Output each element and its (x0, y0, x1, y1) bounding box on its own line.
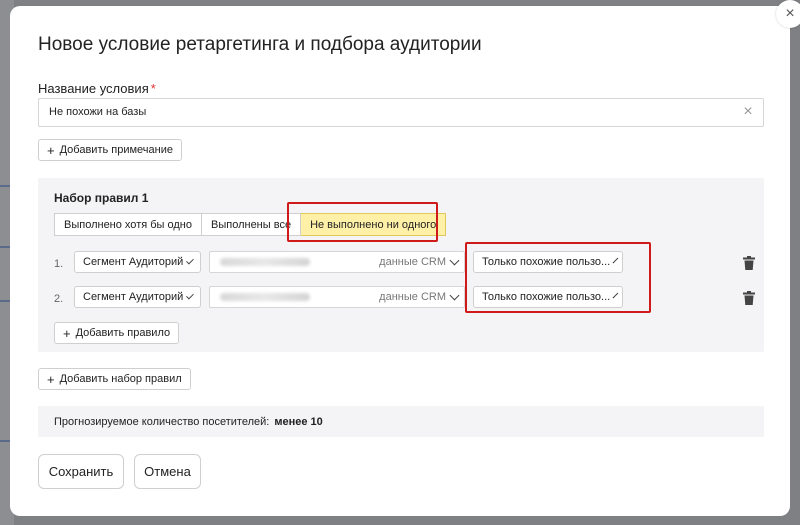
blurred-segment-name (220, 258, 310, 266)
chevron-down-icon (612, 257, 619, 263)
chevron-down-icon (186, 291, 194, 299)
rule-number: 2. (54, 293, 64, 305)
modal-title: Новое условие ретаргетинга и подбора ауд… (38, 34, 482, 55)
condition-name-label: Название условия * (38, 81, 156, 96)
plus-icon: + (47, 371, 55, 387)
trash-icon[interactable] (743, 256, 755, 270)
rule-condition-value: Только похожие пользо... (482, 256, 611, 268)
chevron-down-icon (449, 255, 460, 265)
rule-condition-value: Только похожие пользо... (482, 291, 611, 303)
background-mark (0, 440, 10, 442)
background-mark (0, 246, 10, 248)
chevron-down-icon (186, 256, 194, 264)
ruleset-panel: Набор правил 1 Выполнено хотя бы одно Вы… (38, 178, 764, 352)
rule-type-dropdown[interactable]: Сегмент Аудиторий (74, 286, 201, 308)
background-mark (0, 185, 10, 187)
ruleset-title: Набор правил 1 (54, 191, 149, 205)
cancel-button[interactable]: Отмена (134, 454, 201, 489)
clear-icon[interactable]: × (740, 104, 756, 120)
add-ruleset-button[interactable]: + Добавить набор правил (38, 368, 191, 390)
blurred-segment-name (220, 293, 310, 301)
rule-type-value: Сегмент Аудиторий (83, 291, 184, 303)
plus-icon: + (63, 325, 71, 341)
rule-type-dropdown[interactable]: Сегмент Аудиторий (74, 251, 201, 273)
rule-number: 1. (54, 258, 64, 270)
mode-all[interactable]: Выполнены все (202, 213, 302, 236)
mode-none[interactable]: Не выполнено ни одного (301, 213, 447, 236)
forecast-label: Прогнозируемое количество посетителей: (54, 415, 270, 428)
add-note-label: Добавить примечание (59, 144, 173, 156)
visitor-forecast: Прогнозируемое количество посетителей: м… (38, 406, 764, 437)
condition-name-input[interactable]: Не похожи на базы (38, 98, 764, 127)
segment-input[interactable]: данные CRM (209, 286, 465, 308)
background-mark (0, 300, 10, 302)
chevron-down-icon (612, 292, 619, 298)
add-note-button[interactable]: + Добавить примечание (38, 139, 182, 161)
condition-name-label-text: Название условия (38, 81, 149, 96)
retargeting-condition-modal: Новое условие ретаргетинга и подбора ауд… (10, 6, 790, 516)
crm-tag-label: данные CRM (379, 256, 446, 268)
forecast-value: менее 10 (274, 415, 323, 428)
rule-type-value: Сегмент Аудиторий (83, 256, 184, 268)
required-mark: * (150, 81, 156, 96)
chevron-down-icon (449, 290, 460, 300)
close-icon[interactable]: × (776, 0, 800, 28)
rule-condition-dropdown[interactable]: Только похожие пользо... (473, 251, 623, 273)
add-rule-button[interactable]: + Добавить правило (54, 322, 180, 344)
crm-tag[interactable]: данные CRM (379, 290, 460, 303)
trash-icon[interactable] (743, 291, 755, 305)
crm-tag[interactable]: данные CRM (379, 255, 460, 268)
add-rule-label: Добавить правило (75, 327, 171, 339)
plus-icon: + (47, 142, 55, 158)
ruleset-mode-switch: Выполнено хотя бы одно Выполнены все Не … (54, 213, 447, 236)
crm-tag-label: данные CRM (379, 291, 446, 303)
rule-condition-dropdown[interactable]: Только похожие пользо... (473, 286, 623, 308)
save-button[interactable]: Сохранить (38, 454, 124, 489)
mode-at-least-one[interactable]: Выполнено хотя бы одно (54, 213, 202, 236)
segment-input[interactable]: данные CRM (209, 251, 465, 273)
add-ruleset-label: Добавить набор правил (59, 373, 182, 385)
